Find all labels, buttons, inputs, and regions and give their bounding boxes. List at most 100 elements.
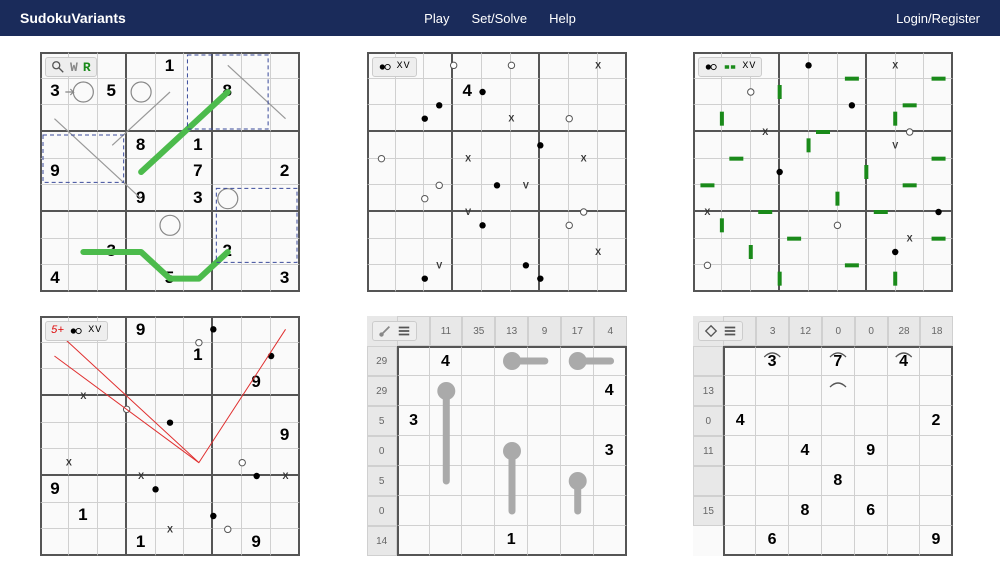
W-icon[interactable]: W: [70, 61, 78, 74]
cell: [242, 239, 271, 266]
puzzle-toolbox[interactable]: XV: [698, 57, 762, 77]
cell: [127, 503, 156, 530]
nav-setsolve[interactable]: Set/Solve: [471, 11, 527, 26]
cell: [213, 449, 242, 476]
kropki-icon[interactable]: [378, 60, 392, 74]
cell: [896, 105, 925, 132]
cell: [213, 159, 242, 186]
cell: [396, 239, 425, 266]
puzzle-toolbox[interactable]: XV: [372, 57, 417, 77]
cell: [213, 423, 242, 450]
kropki-icon[interactable]: [704, 60, 718, 74]
nav-play[interactable]: Play: [424, 11, 449, 26]
menu-icon[interactable]: [397, 324, 411, 338]
cell: [242, 265, 271, 292]
puzzle-card[interactable]: XXVXXXV: [693, 52, 953, 292]
pen-icon[interactable]: [378, 324, 392, 338]
cell: [184, 369, 213, 396]
top-clues: 312002818: [723, 316, 953, 346]
cell: [424, 52, 453, 79]
cell: [809, 239, 838, 266]
5+-icon[interactable]: 5+: [51, 326, 64, 337]
cell: [822, 406, 855, 436]
cell: [271, 316, 300, 343]
puzzle-card[interactable]: 1358819729332453WR: [40, 52, 300, 292]
cell: [482, 132, 511, 159]
cell: [896, 212, 925, 239]
puzzle-toolbox[interactable]: [372, 321, 417, 341]
cell: [367, 132, 396, 159]
puzzle-card[interactable]: 01135139174292950501441431311: [367, 316, 627, 556]
cell: [540, 239, 569, 266]
top-clues: 01135139174: [397, 316, 627, 346]
clue: 15: [693, 496, 723, 526]
cell: 9: [855, 436, 888, 466]
cell: 3: [756, 346, 789, 376]
cell: [69, 239, 98, 266]
puzzle-toolbox[interactable]: [698, 321, 743, 341]
kropki-icon[interactable]: [69, 324, 83, 338]
cell: 2: [271, 159, 300, 186]
diamond-icon[interactable]: [704, 324, 718, 338]
cell: [98, 423, 127, 450]
puzzle-toolbox[interactable]: WR: [45, 57, 97, 77]
puzzle-card[interactable]: 3120028181301115374424988669: [693, 316, 953, 556]
cell: [789, 466, 822, 496]
cell: [693, 265, 722, 292]
cell: [127, 239, 156, 266]
cell: [69, 212, 98, 239]
cell: [156, 529, 185, 556]
cell: [693, 185, 722, 212]
cell: [242, 316, 271, 343]
cell: 9: [127, 185, 156, 212]
cell: [271, 132, 300, 159]
cell: [271, 529, 300, 556]
cell: [896, 132, 925, 159]
XV-icon[interactable]: XV: [397, 62, 411, 72]
R-icon[interactable]: R: [83, 61, 91, 74]
puzzle-toolbox[interactable]: 5+ XV: [45, 321, 108, 341]
cell: [40, 343, 69, 370]
cell: [242, 476, 271, 503]
cell: [367, 212, 396, 239]
cell: [213, 185, 242, 212]
cell: [242, 396, 271, 423]
cell: [156, 185, 185, 212]
clue: 17: [561, 316, 594, 346]
XV-icon[interactable]: XV: [742, 62, 756, 72]
brand[interactable]: SudokuVariants: [20, 10, 126, 26]
cell: [867, 212, 896, 239]
cell: [789, 376, 822, 406]
menu-icon[interactable]: [723, 324, 737, 338]
cell: [242, 159, 271, 186]
cell: [40, 423, 69, 450]
cell: [242, 343, 271, 370]
cell: [896, 159, 925, 186]
cell: [482, 105, 511, 132]
cell: [397, 436, 430, 466]
cell: 1: [69, 503, 98, 530]
cell: [751, 212, 780, 239]
XV-icon[interactable]: XV: [88, 326, 102, 336]
cell: [69, 423, 98, 450]
puzzle-card[interactable]: 91999119XXXXX5+XV: [40, 316, 300, 556]
cell: [271, 105, 300, 132]
nav-center: Play Set/Solve Help: [424, 11, 576, 26]
clue: 18: [920, 316, 953, 346]
cell: [69, 369, 98, 396]
nav-help[interactable]: Help: [549, 11, 576, 26]
cell: [184, 79, 213, 106]
cell: [156, 396, 185, 423]
cell: [127, 369, 156, 396]
cell: [462, 346, 495, 376]
cell: [855, 466, 888, 496]
cell: [723, 436, 756, 466]
puzzle-card[interactable]: 4XXXXVVVXXV: [367, 52, 627, 292]
magnifier-icon[interactable]: [51, 60, 65, 74]
nav-login[interactable]: Login/Register: [896, 11, 980, 26]
seg-icon[interactable]: [723, 60, 737, 74]
cell: [756, 406, 789, 436]
clue: 0: [822, 316, 855, 346]
cell: [482, 239, 511, 266]
cell: [598, 79, 627, 106]
